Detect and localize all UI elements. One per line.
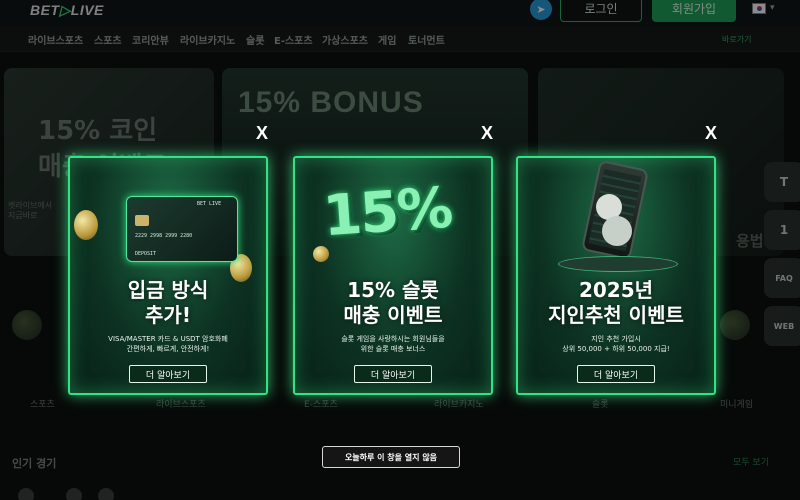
percent-art: 15% [320,175,454,250]
card-number: 2229 2998 2999 2280 [135,233,193,239]
popup-title: 입금 방식 [127,278,209,302]
popup-title-line2: 매충 이벤트 [343,303,443,327]
learn-more-button[interactable]: 더 알아보기 [577,365,655,383]
card-deposit-label: DEPOSIT [135,251,157,257]
popup-slot-reload[interactable]: 15% 15% 슬롯 매충 이벤트 슬롯 게임을 사랑하시는 회원님들을 위한 … [293,156,493,395]
popup-description: 슬롯 게임을 사랑하시는 회원님들을 [341,335,445,343]
dont-show-today-button[interactable]: 오늘하루 이 창을 열지 않음 [322,446,460,468]
popup-referral[interactable]: 2025년 지인추천 이벤트 지인 추천 가입시 상위 50,000 + 하위 … [516,156,716,395]
close-icon[interactable]: X [705,123,717,144]
popup-deposit-method[interactable]: BET LIVE 2229 2998 2999 2280 DEPOSIT 입금 … [68,156,268,395]
popup-description-line2: 간편하게, 빠르게, 안전하게! [126,345,210,353]
chat-bubble-icon [602,216,632,246]
chip-icon [135,215,149,226]
learn-more-button[interactable]: 더 알아보기 [354,365,432,383]
popup-description-line2: 위한 슬롯 매충 보너스 [360,345,426,353]
popup-title-line2: 추가! [145,303,191,327]
popup-description-line2: 상위 50,000 + 하위 50,000 지급! [562,345,670,353]
popup-title: 2025년 [578,278,654,302]
popup-title-line2: 지인추천 이벤트 [548,303,684,327]
card-brand: BET LIVE [197,201,222,207]
popup-description: VISA/MASTER 카드 & USDT 암호화폐 [108,335,228,343]
learn-more-button[interactable]: 더 알아보기 [129,365,207,383]
slot-illustration: 15% [295,158,491,278]
pedestal-icon [558,256,678,272]
chip-icon [313,246,329,262]
page-root: BET▷LIVE ➤ 로그인 회원가입 ▾ 라이브스포츠 스포츠 코리안뷰 라이… [0,0,800,500]
phone-illustration [518,158,714,278]
popup-title: 15% 슬롯 [347,278,439,302]
credit-card-illustration: BET LIVE 2229 2998 2999 2280 DEPOSIT [70,158,266,282]
card-icon: BET LIVE 2229 2998 2999 2280 DEPOSIT [126,196,238,262]
close-icon[interactable]: X [481,123,493,144]
popup-description: 지인 추천 가입시 [591,335,641,343]
close-icon[interactable]: X [256,123,268,144]
coin-icon [74,210,98,240]
